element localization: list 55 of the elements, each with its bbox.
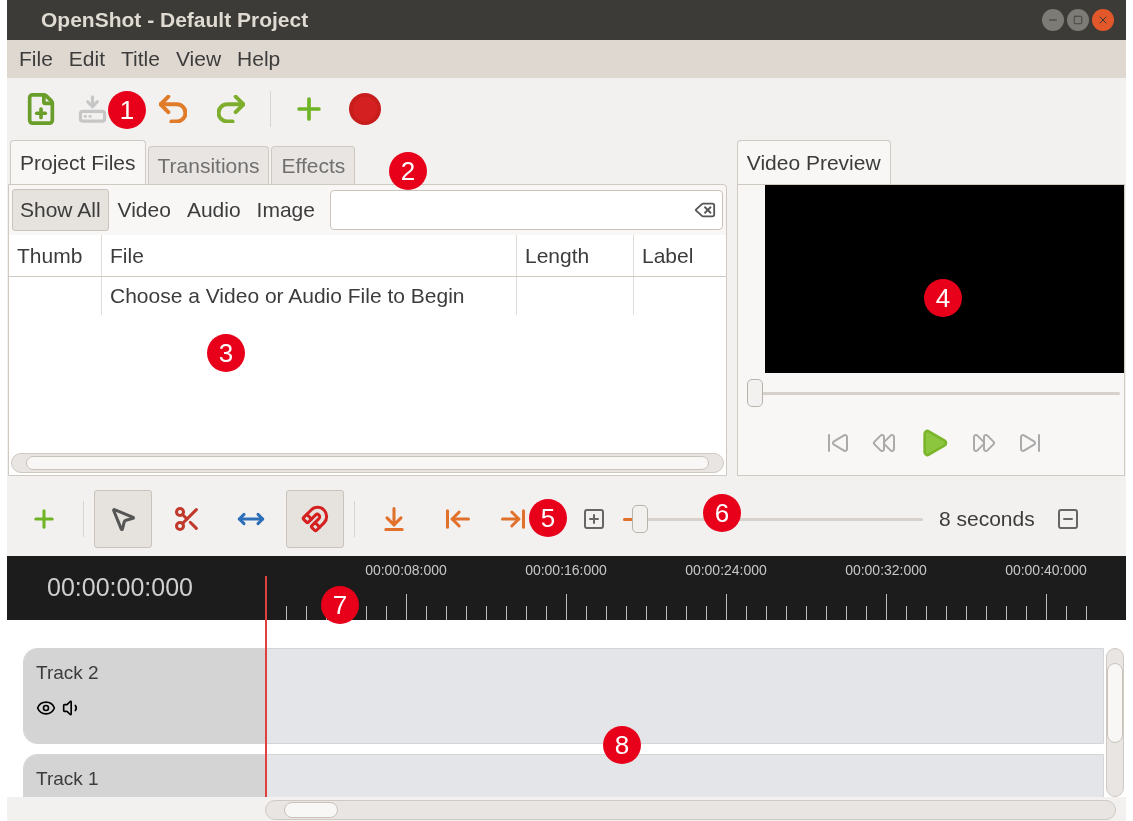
time-label: 00:00:16:000 (525, 561, 607, 580)
time-label: 00:00:08:000 (365, 561, 447, 580)
zoom-reading: 8 seconds (939, 506, 1035, 533)
close-icon (1097, 14, 1109, 26)
panel-tab[interactable]: Project Files (10, 140, 146, 184)
time-label: 00:00:32:000 (845, 561, 927, 580)
fast-forward-icon (972, 431, 997, 455)
maximize-icon (1073, 15, 1083, 25)
column-header[interactable]: File (101, 235, 516, 276)
scissors-icon (173, 505, 201, 533)
table-cell: Choose a Video or Audio File to Begin (101, 277, 516, 315)
vertical-scrollbar[interactable] (1106, 648, 1124, 797)
minimize-button[interactable] (1042, 9, 1064, 31)
panel-tab[interactable]: Video Preview (736, 140, 891, 184)
panel-tab[interactable]: Effects (271, 146, 356, 184)
filter-toggle[interactable]: Show All (12, 189, 109, 231)
pointer-tool-button[interactable] (94, 490, 152, 548)
menu-item[interactable]: Title (113, 43, 168, 75)
close-button[interactable] (1092, 9, 1114, 31)
search-field[interactable] (330, 190, 723, 230)
rewind-icon (872, 431, 897, 455)
horizontal-scrollbar[interactable] (11, 453, 724, 473)
filter-toggle[interactable]: Video (110, 189, 178, 231)
pointer-icon (109, 505, 137, 533)
filter-toggle[interactable]: Image (249, 189, 322, 231)
menu-item[interactable]: Help (229, 43, 289, 75)
snap-tool-button[interactable] (286, 490, 344, 548)
magnet-icon (301, 505, 329, 533)
window-title: OpenShot - Default Project (41, 7, 309, 34)
slider-thumb[interactable] (746, 379, 763, 407)
column-header[interactable]: Thumb (9, 235, 101, 276)
menu-item[interactable]: File (11, 43, 61, 75)
maximize-button[interactable] (1067, 9, 1089, 31)
skip-end-icon (1018, 431, 1043, 455)
panel-tab[interactable]: Transitions (147, 146, 270, 184)
undo-icon (159, 95, 187, 123)
menu-item[interactable]: View (167, 43, 230, 75)
zoom-in-button[interactable] (581, 506, 607, 532)
save-icon (78, 92, 107, 126)
track-name: Track 1 (36, 767, 100, 791)
time-label: 00:00:24:000 (685, 561, 767, 580)
track-header[interactable]: Track 1 (24, 755, 266, 797)
redo-icon (217, 95, 245, 123)
track-name: Track 2 (36, 661, 100, 685)
menu-item[interactable]: Edit (60, 43, 114, 75)
column-header[interactable]: Length (516, 235, 633, 276)
record-icon (348, 92, 382, 126)
skip-start-icon (826, 431, 851, 455)
filter-toggle[interactable]: Audio (179, 189, 248, 231)
timeline-scrollbar[interactable] (265, 800, 1116, 820)
track-header[interactable]: Track 2 (24, 649, 266, 743)
slider-thumb[interactable] (631, 505, 648, 533)
column-header[interactable]: Label (633, 235, 726, 276)
current-time: 00:00:00:000 (47, 572, 193, 604)
time-label: 00:00:40:000 (1005, 561, 1087, 580)
